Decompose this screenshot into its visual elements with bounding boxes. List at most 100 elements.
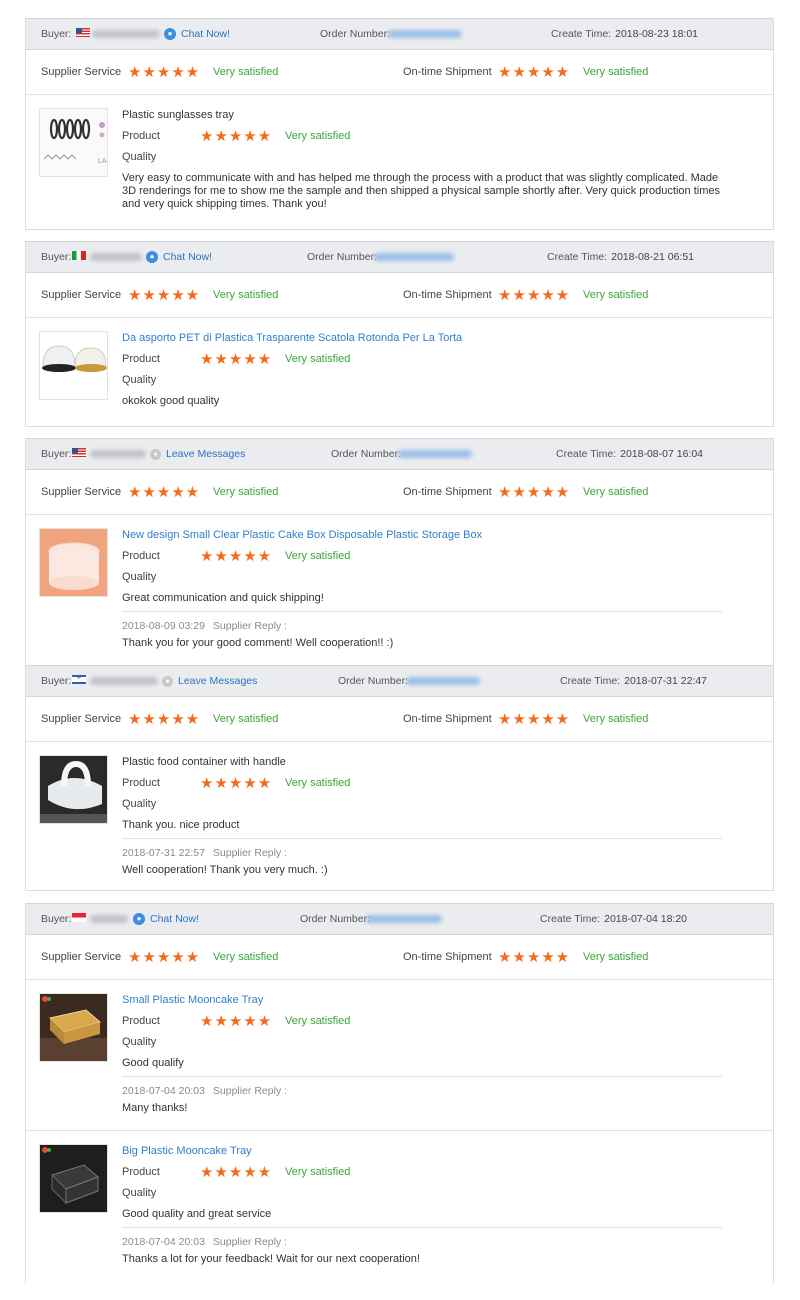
product-title: Plastic food container with handle bbox=[122, 756, 286, 768]
service-ratings: Supplier Service ★★★★★ Very satisfied On… bbox=[26, 470, 773, 515]
supplier-service-rating: Very satisfied bbox=[213, 66, 279, 78]
service-ratings: Supplier Service ★★★★★ Very satisfied On… bbox=[26, 50, 773, 95]
reply-meta: 2018-07-04 20:03 Supplier Reply : bbox=[122, 1236, 288, 1248]
product-rating-text: Very satisfied bbox=[285, 777, 351, 789]
buyer-label: Buyer: bbox=[41, 913, 72, 925]
review-header: Buyer: ● Chat Now! Order Number: Create T… bbox=[26, 241, 773, 273]
buyer-name-redacted bbox=[90, 242, 142, 272]
review-card: Buyer: ● Chat Now! Order Number: Create T… bbox=[25, 903, 774, 1283]
supplier-reply: 2018-07-04 20:03 Supplier Reply : Many th… bbox=[122, 1076, 722, 1117]
order-number-label: Order Number: bbox=[307, 251, 378, 263]
service-ratings: Supplier Service ★★★★★ Very satisfied On… bbox=[26, 697, 773, 742]
product-title-link[interactable]: New design Small Clear Plastic Cake Box … bbox=[122, 524, 732, 546]
order-number-label: Order Number: bbox=[338, 675, 409, 687]
product-title-link[interactable]: Big Plastic Mooncake Tray bbox=[122, 1140, 732, 1162]
create-time: Create Time: 2018-08-21 06:51 bbox=[547, 251, 695, 263]
product-stars: ★★★★★ bbox=[200, 775, 273, 792]
product-divider bbox=[26, 1130, 773, 1131]
supplier-service-label: Supplier Service bbox=[41, 486, 122, 498]
buyer-name-redacted bbox=[92, 19, 160, 49]
create-time: Create Time: 2018-08-07 16:04 bbox=[556, 448, 704, 460]
order-number-label: Order Number: bbox=[300, 913, 371, 925]
country-flag-us bbox=[68, 438, 90, 468]
reply-text: Thanks a lot for your feedback! Wait for… bbox=[122, 1253, 420, 1265]
country-flag-sg bbox=[68, 903, 90, 933]
product-thumbnail[interactable] bbox=[39, 331, 108, 400]
leave-messages-link[interactable]: ● Leave Messages bbox=[150, 439, 245, 469]
buyer-label: Buyer: bbox=[41, 448, 72, 460]
supplier-service-rating: Very satisfied bbox=[213, 486, 279, 498]
country-flag-il bbox=[68, 665, 90, 695]
reply-meta: 2018-07-31 22:57 Supplier Reply : bbox=[122, 847, 288, 859]
supplier-reply: 2018-07-31 22:57 Supplier Reply : Well co… bbox=[122, 838, 722, 879]
review-card: Buyer: ●Leave Messages Order Number: Cre… bbox=[25, 665, 774, 891]
product-stars: ★★★★★ bbox=[200, 1164, 273, 1181]
chat-now-link[interactable]: ● Chat Now! bbox=[146, 242, 212, 272]
supplier-service-stars: ★★★★★ bbox=[128, 949, 201, 966]
message-icon: ● bbox=[162, 675, 173, 687]
reply-meta: 2018-07-04 20:03 Supplier Reply : bbox=[122, 1085, 288, 1097]
order-number-redacted bbox=[366, 904, 442, 934]
product-rating-text: Very satisfied bbox=[285, 550, 351, 562]
product-label: Product bbox=[122, 777, 160, 789]
quality-label: Quality bbox=[122, 151, 157, 163]
country-flag-it bbox=[68, 241, 90, 271]
quality-label: Quality bbox=[122, 1036, 157, 1048]
product-thumbnail[interactable] bbox=[39, 755, 108, 824]
reply-meta: 2018-08-09 03:29 Supplier Reply : bbox=[122, 620, 288, 632]
product-thumbnail[interactable] bbox=[39, 1144, 108, 1213]
review-header: Buyer: ● Chat Now! Order Number: Create T… bbox=[26, 903, 773, 935]
ontime-shipment-rating: Very satisfied bbox=[583, 66, 649, 78]
order-number-redacted bbox=[374, 242, 454, 272]
chat-now-link[interactable]: ● Chat Now! bbox=[133, 904, 199, 934]
product-thumbnail[interactable]: LA bbox=[39, 108, 108, 177]
quality-label: Quality bbox=[122, 374, 157, 386]
ontime-shipment-rating: Very satisfied bbox=[583, 486, 649, 498]
review-header: Buyer: ● Chat Now! Order Number: Create T… bbox=[26, 18, 773, 50]
review-comment: Great communication and quick shipping! bbox=[122, 592, 324, 604]
reply-text: Well cooperation! Thank you very much. :… bbox=[122, 864, 328, 876]
create-time: Create Time: 2018-07-31 22:47 bbox=[560, 675, 708, 687]
supplier-service-label: Supplier Service bbox=[41, 713, 122, 725]
review-card: Buyer: ● Chat Now! Order Number: Create T… bbox=[25, 18, 774, 230]
review-comment: Thank you. nice product bbox=[122, 819, 240, 831]
ontime-shipment-label: On-time Shipment bbox=[403, 713, 492, 725]
message-icon: ● bbox=[150, 448, 161, 460]
review-header: Buyer: ●Leave Messages Order Number: Cre… bbox=[26, 438, 773, 470]
ontime-shipment-rating: Very satisfied bbox=[583, 713, 649, 725]
ontime-shipment-rating: Very satisfied bbox=[583, 289, 649, 301]
review-card: Buyer: ●Leave Messages Order Number: Cre… bbox=[25, 438, 774, 665]
quality-label: Quality bbox=[122, 571, 157, 583]
leave-messages-link[interactable]: ● Leave Messages bbox=[162, 666, 257, 696]
ontime-shipment-label: On-time Shipment bbox=[403, 289, 492, 301]
order-number-redacted bbox=[388, 19, 462, 49]
order-number-label: Order Number: bbox=[320, 28, 391, 40]
supplier-service-label: Supplier Service bbox=[41, 289, 122, 301]
product-thumbnail[interactable] bbox=[39, 528, 108, 597]
buyer-name-redacted bbox=[90, 666, 158, 696]
ontime-shipment-label: On-time Shipment bbox=[403, 66, 492, 78]
product-rating: Product ★★★★★ Very satisfied bbox=[122, 773, 732, 794]
product-title-link[interactable]: Small Plastic Mooncake Tray bbox=[122, 989, 732, 1011]
review-comment: Good qualify bbox=[122, 1057, 184, 1069]
review-comment: okokok good quality bbox=[122, 395, 220, 407]
order-number-label: Order Number: bbox=[331, 448, 402, 460]
product-stars: ★★★★★ bbox=[200, 1013, 273, 1030]
quality-label: Quality bbox=[122, 1187, 157, 1199]
service-ratings: Supplier Service ★★★★★ Very satisfied On… bbox=[26, 935, 773, 980]
order-number-redacted bbox=[406, 666, 480, 696]
supplier-service-stars: ★★★★★ bbox=[128, 484, 201, 501]
create-time: Create Time: 2018-08-23 18:01 bbox=[551, 28, 699, 40]
product-title-link[interactable]: Da asporto PET di Plastica Trasparente S… bbox=[122, 327, 732, 349]
product-rating-text: Very satisfied bbox=[285, 1166, 351, 1178]
chat-now-link[interactable]: ● Chat Now! bbox=[164, 19, 230, 49]
product-thumbnail[interactable] bbox=[39, 993, 108, 1062]
product-label: Product bbox=[122, 1015, 160, 1027]
chat-icon: ● bbox=[133, 913, 145, 926]
product-rating: Product ★★★★★ Very satisfied bbox=[122, 126, 732, 147]
service-ratings: Supplier Service ★★★★★ Very satisfied On… bbox=[26, 273, 773, 318]
create-time: Create Time: 2018-07-04 18:20 bbox=[540, 913, 688, 925]
review-header: Buyer: ●Leave Messages Order Number: Cre… bbox=[26, 665, 773, 697]
supplier-service-label: Supplier Service bbox=[41, 951, 122, 963]
product-label: Product bbox=[122, 1166, 160, 1178]
